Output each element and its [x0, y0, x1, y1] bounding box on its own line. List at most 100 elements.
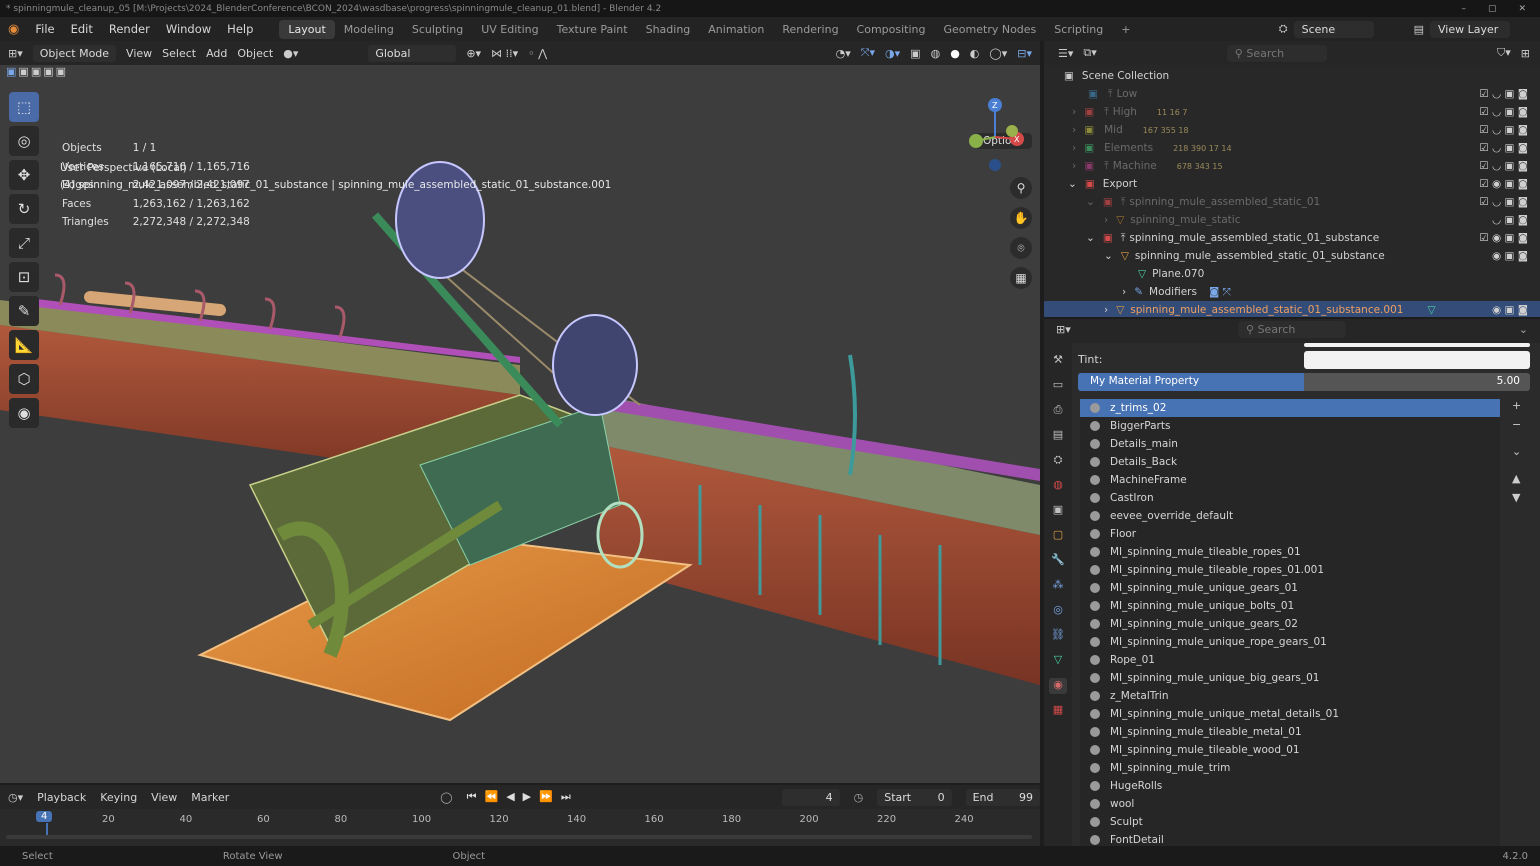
xray-icon[interactable]: ▣ — [910, 47, 920, 60]
view-layer-tab-icon[interactable]: ▤ — [1049, 428, 1067, 444]
tab-scripting[interactable]: Scripting — [1045, 20, 1112, 39]
material-slot[interactable]: MI_spinning_mule_tileable_metal_01 — [1080, 723, 1500, 741]
output-tab-icon[interactable]: ⎙ — [1049, 403, 1067, 419]
material-slot[interactable]: MachineFrame — [1080, 471, 1500, 489]
select-invert-icon[interactable]: ▣ — [43, 65, 53, 78]
blender-logo-icon[interactable]: ◉ — [0, 22, 27, 37]
snap-icon[interactable]: ⋈ ⁞⁞▾ — [491, 47, 518, 60]
outliner-row[interactable]: ⌄ ▣ Export ☑ ◉ ▣ ◙ — [1044, 175, 1540, 193]
new-collection-icon[interactable]: ⊞ — [1521, 47, 1530, 60]
particles-tab-icon[interactable]: ⁂ — [1049, 578, 1067, 594]
material-slot[interactable]: MI_spinning_mule_tileable_wood_01 — [1080, 741, 1500, 759]
outliner-row[interactable]: ⌄ ▣ ⤒ spinning_mule_assembled_static_01 ☑ ◡ … — [1044, 193, 1540, 211]
outliner-editor-icon[interactable]: ☰▾ — [1058, 47, 1073, 60]
material-slot[interactable]: MI_spinning_mule_tileable_ropes_01 — [1080, 543, 1500, 561]
material-slot[interactable]: Rope_01 — [1080, 651, 1500, 669]
menu-render[interactable]: Render — [101, 22, 158, 36]
fullscreen-icon[interactable]: ⊟▾ — [1017, 47, 1032, 60]
current-frame-field[interactable]: 4 — [781, 788, 840, 806]
menu-window[interactable]: Window — [158, 22, 219, 36]
tab-texture-paint[interactable]: Texture Paint — [548, 20, 637, 39]
menu-help[interactable]: Help — [219, 22, 261, 36]
material-slot-selected[interactable]: z_trims_02 — [1080, 399, 1500, 417]
outliner-row[interactable]: › ▽ spinning_mule_static ◡ ▣ ◙ — [1044, 211, 1540, 229]
properties-editor-icon[interactable]: ⊞▾ — [1056, 323, 1071, 336]
maximize-icon[interactable]: ▢ — [1488, 4, 1497, 14]
editor-type-icon[interactable]: ⊞▾ — [8, 47, 23, 60]
menu-playback[interactable]: Playback — [37, 791, 86, 804]
menu-keying[interactable]: Keying — [100, 791, 137, 804]
tab-shading[interactable]: Shading — [637, 20, 700, 39]
properties-search-input[interactable]: ⚲ Search — [1238, 321, 1346, 338]
constraints-tab-icon[interactable]: ⛓ — [1049, 628, 1067, 644]
menu-timeline-view[interactable]: View — [151, 791, 177, 804]
outliner-row-selected[interactable]: › ▽ spinning_mule_assembled_static_01_subs… — [1044, 301, 1540, 317]
end-frame-field[interactable]: End 99 — [965, 788, 1040, 806]
display-mode-icon[interactable]: ⧉▾ — [1083, 46, 1096, 60]
outliner-row[interactable]: ⌄ ▽ spinning_mule_assembled_static_01_subs… — [1044, 247, 1540, 265]
tab-animation[interactable]: Animation — [699, 20, 773, 39]
pivot-icon[interactable]: ⊕▾ — [466, 47, 481, 60]
tab-sculpting[interactable]: Sculpting — [403, 20, 472, 39]
slot-specials-icon[interactable]: ⌄ — [1512, 445, 1521, 458]
material-slot[interactable]: MI_spinning_mule_tileable_ropes_01.001 — [1080, 561, 1500, 579]
outliner-row[interactable]: › ▣ ⤒ Machine 678 343 15 ☑ ◡ ▣ ◙ — [1044, 157, 1540, 175]
outliner-row[interactable]: ▽ Plane.070 — [1044, 265, 1540, 283]
object-icon[interactable]: ●▾ — [283, 47, 298, 60]
menu-view[interactable]: View — [126, 47, 152, 60]
material-tab-icon[interactable]: ◉ — [1049, 678, 1067, 694]
shading-wireframe-icon[interactable]: ◍ — [931, 47, 941, 60]
transform-orientation-dropdown[interactable]: Global — [368, 44, 457, 62]
tab-geometry-nodes[interactable]: Geometry Nodes — [935, 20, 1046, 39]
shading-solid-icon[interactable]: ● — [950, 47, 960, 60]
rotate-icon[interactable]: ↻ — [9, 194, 39, 224]
select-new-icon[interactable]: ▣ — [6, 65, 16, 78]
material-slot[interactable]: MI_spinning_mule_unique_gears_02 — [1080, 615, 1500, 633]
cursor-icon[interactable]: ◎ — [9, 126, 39, 156]
pan-hand-icon[interactable]: ✋ — [1010, 207, 1032, 229]
menu-add[interactable]: Add — [206, 47, 227, 60]
outliner-row[interactable]: › ✎ Modifiers ◙ ⤧ — [1044, 283, 1540, 301]
select-subtract-icon[interactable]: ▣ — [31, 65, 41, 78]
material-slot[interactable]: FontDetail — [1080, 831, 1500, 846]
material-slot[interactable]: eevee_override_default — [1080, 507, 1500, 525]
auto-key-icon[interactable]: ◯ — [440, 791, 452, 804]
scene-tab-icon[interactable]: ⛭ — [1049, 453, 1067, 469]
outliner-search-input[interactable]: ⚲ Search — [1226, 44, 1327, 62]
annotate-icon[interactable]: ✎ — [9, 296, 39, 326]
tint-color-field[interactable] — [1304, 351, 1530, 369]
material-slot[interactable]: Sculpt — [1080, 813, 1500, 831]
material-slot[interactable]: CastIron — [1080, 489, 1500, 507]
navigation-gizmo[interactable]: Z X — [962, 95, 1034, 175]
material-slot[interactable]: MI_spinning_mule_unique_rope_gears_01 — [1080, 633, 1500, 651]
gizmo-toggle-icon[interactable]: ⤧▾ — [861, 46, 875, 60]
perspective-grid-icon[interactable]: ▦ — [1010, 267, 1032, 289]
tab-rendering[interactable]: Rendering — [773, 20, 847, 39]
jump-start-icon[interactable]: ⏮ — [467, 790, 477, 804]
filter-icon[interactable]: ⛉▾ — [1497, 46, 1511, 60]
tab-layout[interactable]: Layout — [279, 19, 335, 39]
transform-icon[interactable]: ⊡ — [9, 262, 39, 292]
clock-icon[interactable]: ◷ — [854, 791, 864, 804]
menu-edit[interactable]: Edit — [63, 22, 101, 36]
add-slot-icon[interactable]: + — [1512, 399, 1521, 412]
tab-modeling[interactable]: Modeling — [335, 20, 403, 39]
material-slot[interactable]: BiggerParts — [1080, 417, 1500, 435]
move-slot-up-icon[interactable]: ▲ — [1512, 472, 1521, 485]
select-extend-icon[interactable]: ▣ — [18, 65, 28, 78]
modifier-tab-icon[interactable]: 🔧 — [1049, 553, 1067, 569]
prev-key-icon[interactable]: ⏪ — [485, 790, 499, 804]
outliner-row[interactable]: ⌄ ▣ ⤒ spinning_mule_assembled_static_01_sub… — [1044, 229, 1540, 247]
data-tab-icon[interactable]: ▽ — [1049, 653, 1067, 669]
material-slot[interactable]: HugeRolls — [1080, 777, 1500, 795]
collection-tab-icon[interactable]: ▣ — [1049, 503, 1067, 519]
material-slot[interactable]: Details_main — [1080, 435, 1500, 453]
mode-dropdown[interactable]: Object Mode — [32, 44, 117, 62]
properties-options-icon[interactable]: ⌄ — [1519, 323, 1528, 336]
move-icon[interactable]: ✥ — [9, 160, 39, 190]
view-layer-icon[interactable]: ▤ — [1414, 23, 1424, 36]
menu-select[interactable]: Select — [162, 47, 196, 60]
scale-icon[interactable]: ⤢ — [9, 228, 39, 258]
next-key-icon[interactable]: ⏩ — [539, 790, 553, 804]
material-slot[interactable]: Floor — [1080, 525, 1500, 543]
